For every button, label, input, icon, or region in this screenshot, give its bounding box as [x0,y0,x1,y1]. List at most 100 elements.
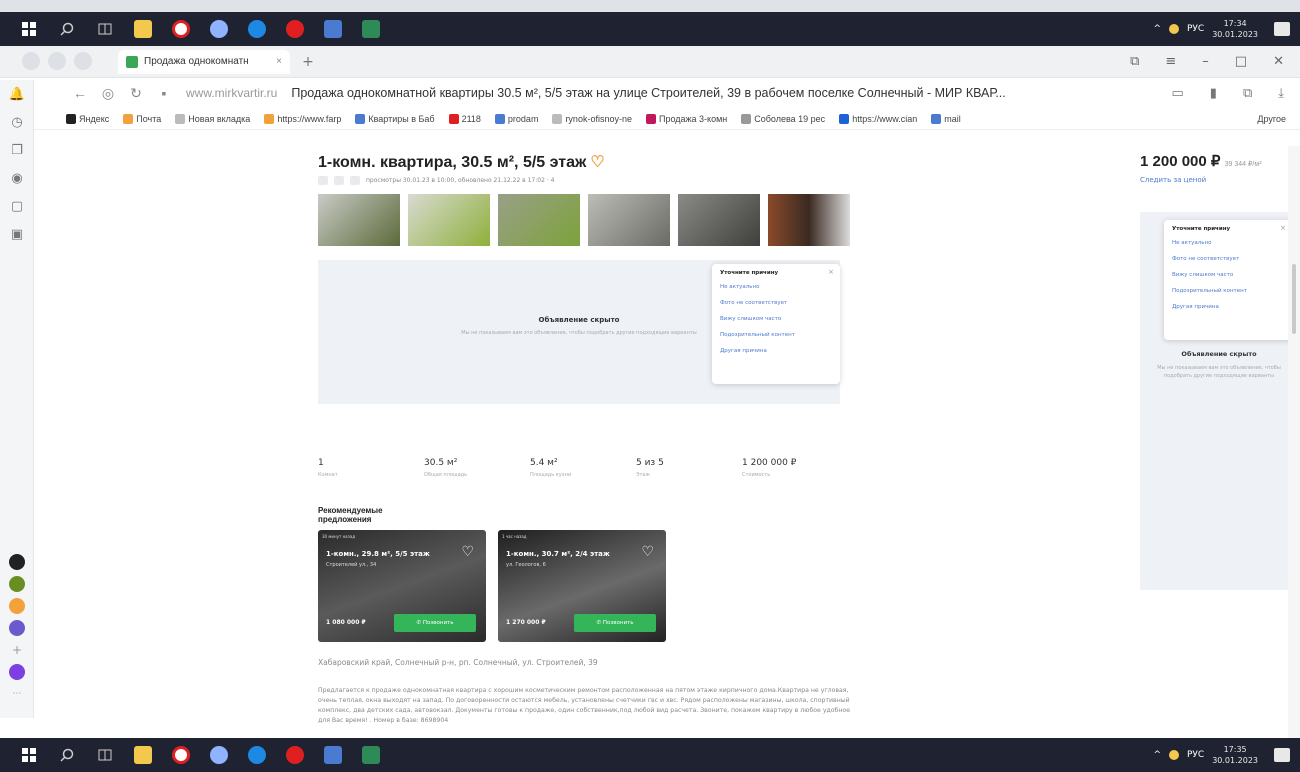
tray-app-icon[interactable] [1168,24,1179,34]
maximize-icon[interactable]: □ [1235,54,1247,69]
bookmark-item[interactable]: Квартиры в Баб [355,113,435,124]
word-icon[interactable] [314,738,352,772]
reason-option[interactable]: Фото не соответствует [1172,256,1284,262]
favorite-heart-icon[interactable]: ♡ [590,154,604,171]
tab-menu-icon[interactable] [74,52,92,70]
start-icon[interactable] [10,12,48,46]
reload-icon[interactable]: ↻ [122,85,150,102]
file-explorer-icon[interactable] [124,12,162,46]
bookmark-item[interactable]: rynok-ofisnoy-ne [552,113,632,124]
reason-option[interactable]: Другая причина [720,348,832,354]
bookmark-item[interactable]: Соболева 19 рес [741,113,825,124]
profile-icon[interactable] [22,52,40,70]
edge-icon[interactable] [238,12,276,46]
tray-language[interactable]: РУС [1187,24,1204,34]
tray-language[interactable]: РУС [1187,750,1204,760]
app-icon[interactable] [200,738,238,772]
bookmarks-other[interactable]: Другое [1257,114,1300,124]
start-icon[interactable] [10,738,48,772]
tab-close-icon[interactable]: × [276,56,282,67]
photo-thumbnail[interactable] [498,194,580,246]
extensions-icon[interactable]: ⧉ [1243,85,1252,101]
back-icon[interactable]: ← [66,85,94,101]
yandex-icon[interactable] [276,12,314,46]
bookmarks-panel-icon[interactable]: ⧉ [1130,54,1139,69]
minimize-icon[interactable]: – [1202,54,1209,69]
reason-option[interactable]: Не актуально [720,284,832,290]
share-icon[interactable] [350,176,360,185]
notifications-icon[interactable]: 🔔 [0,80,34,108]
app-mail-icon[interactable] [9,598,25,614]
url-host[interactable]: www.mirkvartir.ru [186,86,277,100]
task-view-icon[interactable] [86,738,124,772]
tray-chevron-icon[interactable]: ^ [1153,750,1161,760]
file-explorer-icon[interactable] [124,738,162,772]
tray-app-icon[interactable] [1168,750,1179,760]
track-price-link[interactable]: Следить за ценой [1140,176,1300,184]
collections-icon[interactable]: ❐ [0,136,34,164]
url-page-title[interactable]: Продажа однокомнатной квартиры 30.5 м², … [291,86,1091,100]
card-favorite-icon[interactable]: ♡ [641,544,654,560]
print-icon[interactable] [318,176,328,185]
recommended-card[interactable]: 30 минут назад 1-комн., 29.8 м², 5/5 эта… [318,530,486,642]
app-dark-icon[interactable] [9,554,25,570]
screenshot-icon[interactable]: ▣ [0,220,34,248]
popup-close-icon[interactable]: × [1280,224,1286,232]
photo-thumbnail[interactable] [318,194,400,246]
search-icon[interactable] [48,738,86,772]
recommended-card[interactable]: 1 час назад 1-комн., 30.7 м², 2/4 этаж у… [498,530,666,642]
photo-thumbnail[interactable] [768,194,850,246]
yandex-browser-icon[interactable] [162,12,200,46]
scrollbar-thumb[interactable] [1292,264,1296,334]
clock[interactable]: 17:34 30.01.2023 [1212,18,1258,40]
notification-icon[interactable] [1274,22,1290,36]
reason-option[interactable]: Вижу слишком часто [1172,272,1284,278]
bookmark-item[interactable]: Продажа 3-комн [645,113,727,124]
new-tab-button[interactable]: + [298,52,318,72]
more-icon[interactable]: ⋯ [9,686,25,702]
lock-icon[interactable]: ▪ [150,85,178,101]
edge-icon[interactable] [238,738,276,772]
reason-option[interactable]: Вижу слишком часто [720,316,832,322]
search-icon[interactable] [48,12,86,46]
reason-option[interactable]: Не актуально [1172,240,1284,246]
excel-icon[interactable] [352,738,390,772]
popup-close-icon[interactable]: × [828,268,834,276]
reason-option[interactable]: Фото не соответствует [720,300,832,306]
notification-icon[interactable] [1274,748,1290,762]
word-icon[interactable] [314,12,352,46]
bookmark-item[interactable]: Почта [123,113,161,124]
tray-chevron-icon[interactable]: ^ [1153,24,1161,34]
bookmark-item[interactable]: Яндекс [66,113,109,124]
notes-icon[interactable]: ▢ [0,192,34,220]
tab-active[interactable]: Продажа однокомнатн × [118,49,290,74]
reason-option[interactable]: Подозрительный контент [720,332,832,338]
tabs-list-icon[interactable] [48,52,66,70]
close-window-icon[interactable]: ✕ [1273,54,1284,69]
bookmark-item[interactable]: prodam [494,113,538,124]
app-icon[interactable] [200,12,238,46]
history-icon[interactable]: ◷ [0,108,34,136]
reason-option[interactable]: Другая причина [1172,304,1284,310]
bookmark-item[interactable]: 2118 [448,113,481,124]
add-app-icon[interactable]: + [9,642,25,658]
reader-icon[interactable]: ▭ [1172,85,1184,101]
bookmark-item[interactable]: mail [931,113,961,124]
task-view-icon[interactable] [86,12,124,46]
menu-icon[interactable]: ≡ [1165,54,1176,69]
call-button[interactable]: ✆ Позвонить [574,614,656,632]
alice-icon[interactable] [9,664,25,680]
download-icon[interactable]: ⤓ [1278,85,1284,101]
protect-icon[interactable]: ◎ [94,85,122,102]
clock[interactable]: 17:35 30.01.2023 [1212,744,1258,766]
reason-option[interactable]: Подозрительный контент [1172,288,1284,294]
card-favorite-icon[interactable]: ♡ [461,544,474,560]
photo-thumbnail[interactable] [408,194,490,246]
app-green-icon[interactable] [9,576,25,592]
bookmark-icon[interactable]: ▮ [1210,85,1217,101]
app-purple-icon[interactable] [9,620,25,636]
yandex-browser-icon[interactable] [162,738,200,772]
call-button[interactable]: ✆ Позвонить [394,614,476,632]
photo-thumbnail[interactable] [588,194,670,246]
bookmark-item[interactable]: https://www.farp [264,113,341,124]
